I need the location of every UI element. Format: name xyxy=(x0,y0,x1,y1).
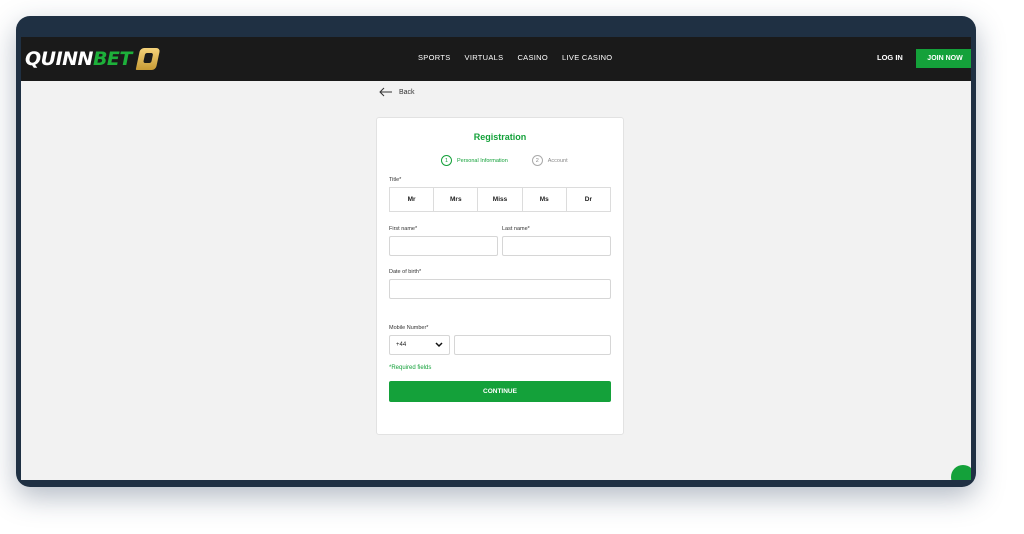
title-option-ms[interactable]: Ms xyxy=(522,188,567,211)
date-of-birth-input[interactable] xyxy=(389,279,611,299)
nav-link-live-casino[interactable]: LIVE CASINO xyxy=(562,53,612,62)
q-logo-icon xyxy=(135,48,161,70)
back-label: Back xyxy=(399,88,415,96)
join-now-button[interactable]: JOIN NOW xyxy=(916,49,971,68)
step-label: Personal Information xyxy=(457,157,508,164)
logo-text-prefix: QUINN xyxy=(25,48,93,70)
required-fields-note: *Required fields xyxy=(389,365,432,371)
login-button[interactable]: LOG IN xyxy=(877,53,903,62)
mobile-number-label: Mobile Number* xyxy=(389,325,429,331)
title-option-mrs[interactable]: Mrs xyxy=(434,188,479,211)
browser-viewport: QUINN BET SPORTS VIRTUALS CASINO LIVE CAS… xyxy=(21,37,971,480)
step-personal-information: 1 Personal Information xyxy=(441,155,508,166)
quinnbet-logo[interactable]: QUINN BET xyxy=(25,47,161,71)
registration-title: Registration xyxy=(473,132,527,142)
first-name-label: First name* xyxy=(389,226,418,232)
step-number-badge: 2 xyxy=(531,155,543,166)
arrow-left-icon xyxy=(379,87,392,97)
step-label: Account xyxy=(547,157,568,164)
country-code-value: +44 xyxy=(396,342,407,348)
continue-button[interactable]: CONTINUE xyxy=(389,381,611,402)
title-option-miss[interactable]: Miss xyxy=(478,188,523,211)
last-name-input[interactable] xyxy=(502,236,611,256)
last-name-label: Last name* xyxy=(502,226,530,232)
date-of-birth-label: Date of birth* xyxy=(389,269,422,275)
title-option-mr[interactable]: Mr xyxy=(390,188,435,211)
nav-link-virtuals[interactable]: VIRTUALS xyxy=(465,53,504,62)
chat-widget-icon[interactable] xyxy=(951,465,971,480)
first-name-input[interactable] xyxy=(389,236,498,256)
nav-link-sports[interactable]: SPORTS xyxy=(418,53,451,62)
mobile-number-input[interactable] xyxy=(454,335,611,355)
top-navbar: QUINN BET SPORTS VIRTUALS CASINO LIVE CAS… xyxy=(21,37,971,81)
title-selector: Mr Mrs Miss Ms Dr xyxy=(389,187,611,212)
registration-card: Registration 1 Personal Information 2 Ac… xyxy=(376,117,624,435)
title-option-dr[interactable]: Dr xyxy=(566,188,611,211)
chevron-down-icon xyxy=(435,342,443,348)
step-account: 2 Account xyxy=(531,155,568,166)
step-indicator: 1 Personal Information 2 Account xyxy=(441,155,568,166)
nav-link-casino[interactable]: CASINO xyxy=(517,53,548,62)
title-label: Title* xyxy=(389,177,402,183)
back-link[interactable]: Back xyxy=(379,87,415,97)
step-number-badge: 1 xyxy=(441,155,452,166)
country-code-select[interactable]: +44 xyxy=(389,335,450,355)
logo-text-suffix: BET xyxy=(92,48,132,70)
device-frame: QUINN BET SPORTS VIRTUALS CASINO LIVE CAS… xyxy=(16,16,976,487)
main-nav: SPORTS VIRTUALS CASINO LIVE CASINO xyxy=(418,53,612,62)
